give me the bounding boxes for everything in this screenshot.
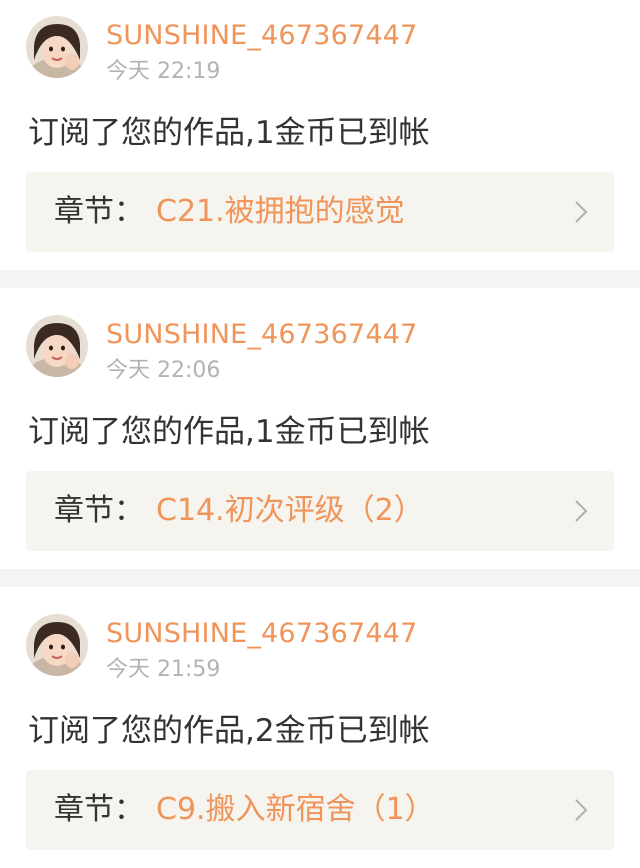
avatar-image: [26, 16, 88, 78]
notification-message: 订阅了您的作品,1金币已到帐: [28, 115, 430, 151]
avatar-image: [26, 614, 88, 676]
avatar[interactable]: [26, 614, 88, 676]
separator: [0, 569, 640, 587]
chapter-label: 章节：: [54, 194, 144, 229]
chapter-title: C21.被拥抱的感觉: [156, 194, 405, 229]
chapter-link[interactable]: 章节： C14.初次评级（2）: [26, 471, 614, 551]
chapter-link[interactable]: 章节： C9.搬入新宿舍（1）: [26, 770, 614, 850]
chevron-right-icon: [575, 799, 588, 821]
avatar[interactable]: [26, 315, 88, 377]
timestamp: 今天 21:59: [106, 657, 221, 682]
chapter-link[interactable]: 章节： C21.被拥抱的感觉: [26, 172, 614, 252]
timestamp: 今天 22:19: [106, 59, 221, 84]
chapter-title: C14.初次评级（2）: [156, 493, 424, 528]
chapter-title: C9.搬入新宿舍（1）: [156, 792, 435, 827]
timestamp: 今天 22:06: [106, 358, 221, 383]
chapter-label: 章节：: [54, 493, 144, 528]
chevron-right-icon: [575, 500, 588, 522]
chapter-label: 章节：: [54, 792, 144, 827]
username[interactable]: SUNSHINE_467367447: [106, 317, 417, 353]
notification-message: 订阅了您的作品,2金币已到帐: [28, 713, 430, 749]
notification-card: SUNSHINE_467367447 今天 21:59 订阅了您的作品,2金币已…: [0, 598, 640, 868]
notification-card: SUNSHINE_467367447 今天 22:06 订阅了您的作品,1金币已…: [0, 299, 640, 569]
avatar-image: [26, 315, 88, 377]
notification-message: 订阅了您的作品,1金币已到帐: [28, 414, 430, 450]
separator: [0, 270, 640, 288]
notification-card: SUNSHINE_467367447 今天 22:19 订阅了您的作品,1金币已…: [0, 0, 640, 270]
username[interactable]: SUNSHINE_467367447: [106, 18, 417, 54]
chevron-right-icon: [575, 201, 588, 223]
username[interactable]: SUNSHINE_467367447: [106, 616, 417, 652]
avatar[interactable]: [26, 16, 88, 78]
